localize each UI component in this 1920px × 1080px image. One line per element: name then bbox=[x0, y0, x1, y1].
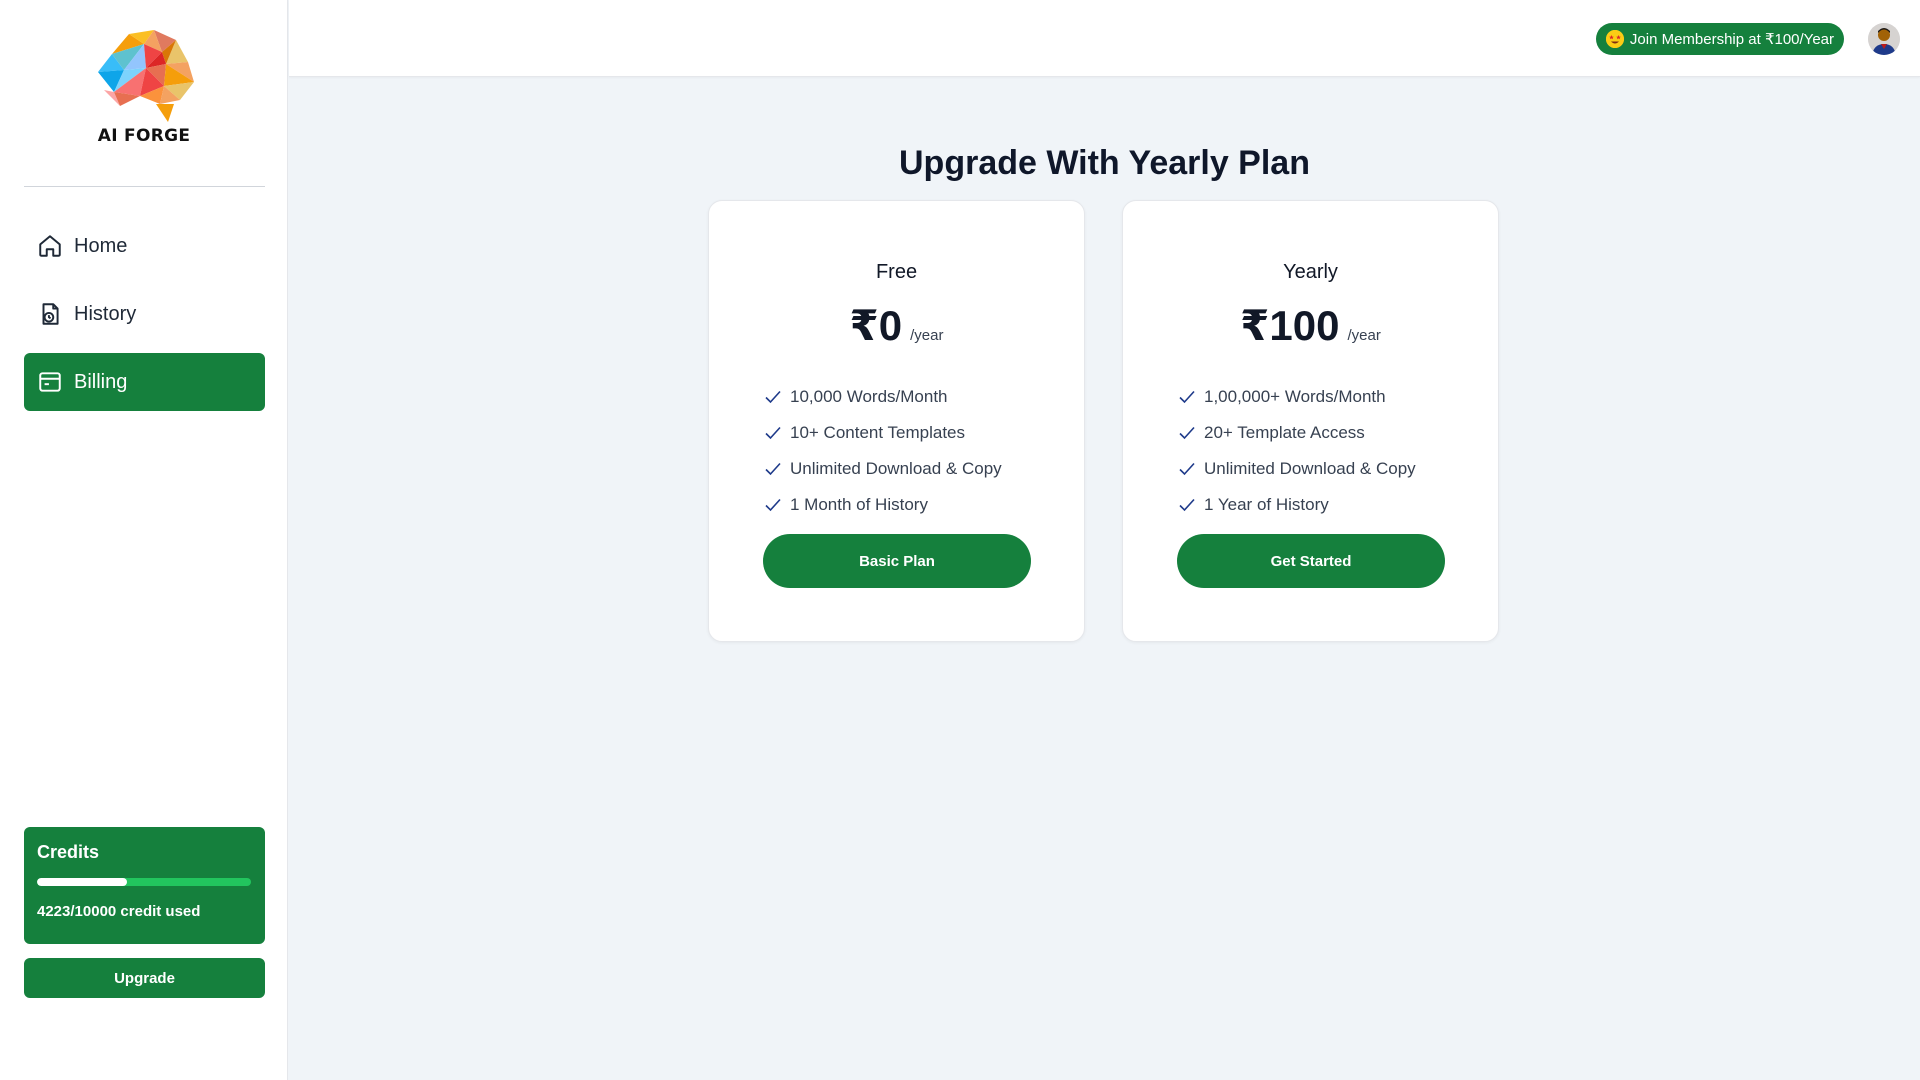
sidebar-divider bbox=[24, 186, 265, 187]
plan-price-amount: ₹100 bbox=[1240, 302, 1340, 349]
plan-feature-text: 1,00,000+ Words/Month bbox=[1204, 387, 1386, 406]
user-avatar[interactable] bbox=[1868, 23, 1900, 55]
history-icon bbox=[37, 301, 63, 327]
credits-progress-fill bbox=[37, 878, 128, 886]
plan-feature: 1 Month of History bbox=[764, 487, 1002, 523]
brand-name: AI FORGE bbox=[97, 126, 191, 146]
plan-card-free: Free ₹0 /year 10,000 Words/Month 10+ Con… bbox=[708, 200, 1085, 642]
sidebar: AI FORGE Home History Billing Credits 42… bbox=[0, 0, 288, 1080]
checkmark-icon bbox=[1178, 496, 1196, 514]
plan-card-yearly: Yearly ₹100 /year 1,00,000+ Words/Month … bbox=[1122, 200, 1499, 642]
home-icon bbox=[37, 233, 63, 259]
plan-price-amount: ₹0 bbox=[849, 302, 903, 349]
plan-name: Free bbox=[875, 261, 918, 283]
sidebar-item-billing[interactable]: Billing bbox=[24, 353, 265, 411]
sidebar-item-home[interactable]: Home bbox=[24, 217, 265, 275]
plan-feature-text: 1 Year of History bbox=[1204, 495, 1329, 514]
sidebar-item-history[interactable]: History bbox=[24, 285, 265, 343]
upgrade-button[interactable]: Upgrade bbox=[24, 958, 265, 998]
plan-feature-text: 10+ Content Templates bbox=[790, 423, 965, 442]
plan-price: ₹0 /year bbox=[709, 301, 1084, 350]
checkmark-icon bbox=[1178, 460, 1196, 478]
basic-plan-button[interactable]: Basic Plan bbox=[763, 534, 1031, 588]
sidebar-item-label: Billing bbox=[74, 370, 128, 393]
plan-features: 10,000 Words/Month 10+ Content Templates… bbox=[764, 379, 1002, 523]
plan-feature-text: 20+ Template Access bbox=[1204, 423, 1365, 442]
sidebar-item-label: History bbox=[74, 302, 137, 325]
credits-card: Credits 4223/10000 credit used bbox=[24, 827, 265, 944]
plan-price: ₹100 /year bbox=[1123, 301, 1498, 350]
plan-feature: 10+ Content Templates bbox=[764, 415, 1002, 451]
credits-title: Credits bbox=[37, 842, 100, 862]
plan-price-period: /year bbox=[1347, 327, 1381, 344]
plan-feature: Unlimited Download & Copy bbox=[1178, 451, 1416, 487]
page-title: Upgrade With Yearly Plan bbox=[899, 144, 1310, 182]
credits-progress-bar bbox=[37, 878, 251, 886]
get-started-button[interactable]: Get Started bbox=[1177, 534, 1445, 588]
plan-feature: 1 Year of History bbox=[1178, 487, 1416, 523]
plan-feature: 1,00,000+ Words/Month bbox=[1178, 379, 1416, 415]
checkmark-icon bbox=[764, 424, 782, 442]
join-membership-button[interactable]: Join Membership at ₹100/Year bbox=[1595, 23, 1844, 55]
plan-features: 1,00,000+ Words/Month 20+ Template Acces… bbox=[1178, 379, 1416, 523]
star-struck-emoji-icon bbox=[1605, 30, 1624, 48]
billing-icon bbox=[37, 369, 63, 395]
logo[interactable]: AI FORGE bbox=[0, 24, 288, 146]
plan-feature-text: 1 Month of History bbox=[790, 495, 928, 514]
plan-feature: 10,000 Words/Month bbox=[764, 379, 1002, 415]
checkmark-icon bbox=[1178, 424, 1196, 442]
checkmark-icon bbox=[764, 460, 782, 478]
plan-feature: Unlimited Download & Copy bbox=[764, 451, 1002, 487]
checkmark-icon bbox=[764, 496, 782, 514]
sidebar-nav: Home History Billing bbox=[24, 217, 265, 421]
plans-container: Free ₹0 /year 10,000 Words/Month 10+ Con… bbox=[708, 200, 1499, 642]
sidebar-item-label: Home bbox=[74, 234, 128, 257]
top-header: Join Membership at ₹100/Year bbox=[289, 0, 1920, 77]
plan-feature-text: Unlimited Download & Copy bbox=[1204, 459, 1416, 478]
plan-name: Yearly bbox=[1283, 261, 1338, 283]
credits-usage-text: 4223/10000 credit used bbox=[37, 903, 201, 920]
checkmark-icon bbox=[764, 388, 782, 406]
membership-label: Join Membership at ₹100/Year bbox=[1629, 31, 1834, 48]
plan-feature: 20+ Template Access bbox=[1178, 415, 1416, 451]
plan-feature-text: Unlimited Download & Copy bbox=[790, 459, 1002, 478]
checkmark-icon bbox=[1178, 388, 1196, 406]
plan-feature-text: 10,000 Words/Month bbox=[790, 387, 948, 406]
plan-price-period: /year bbox=[910, 327, 944, 344]
brain-logo-icon bbox=[98, 30, 194, 122]
